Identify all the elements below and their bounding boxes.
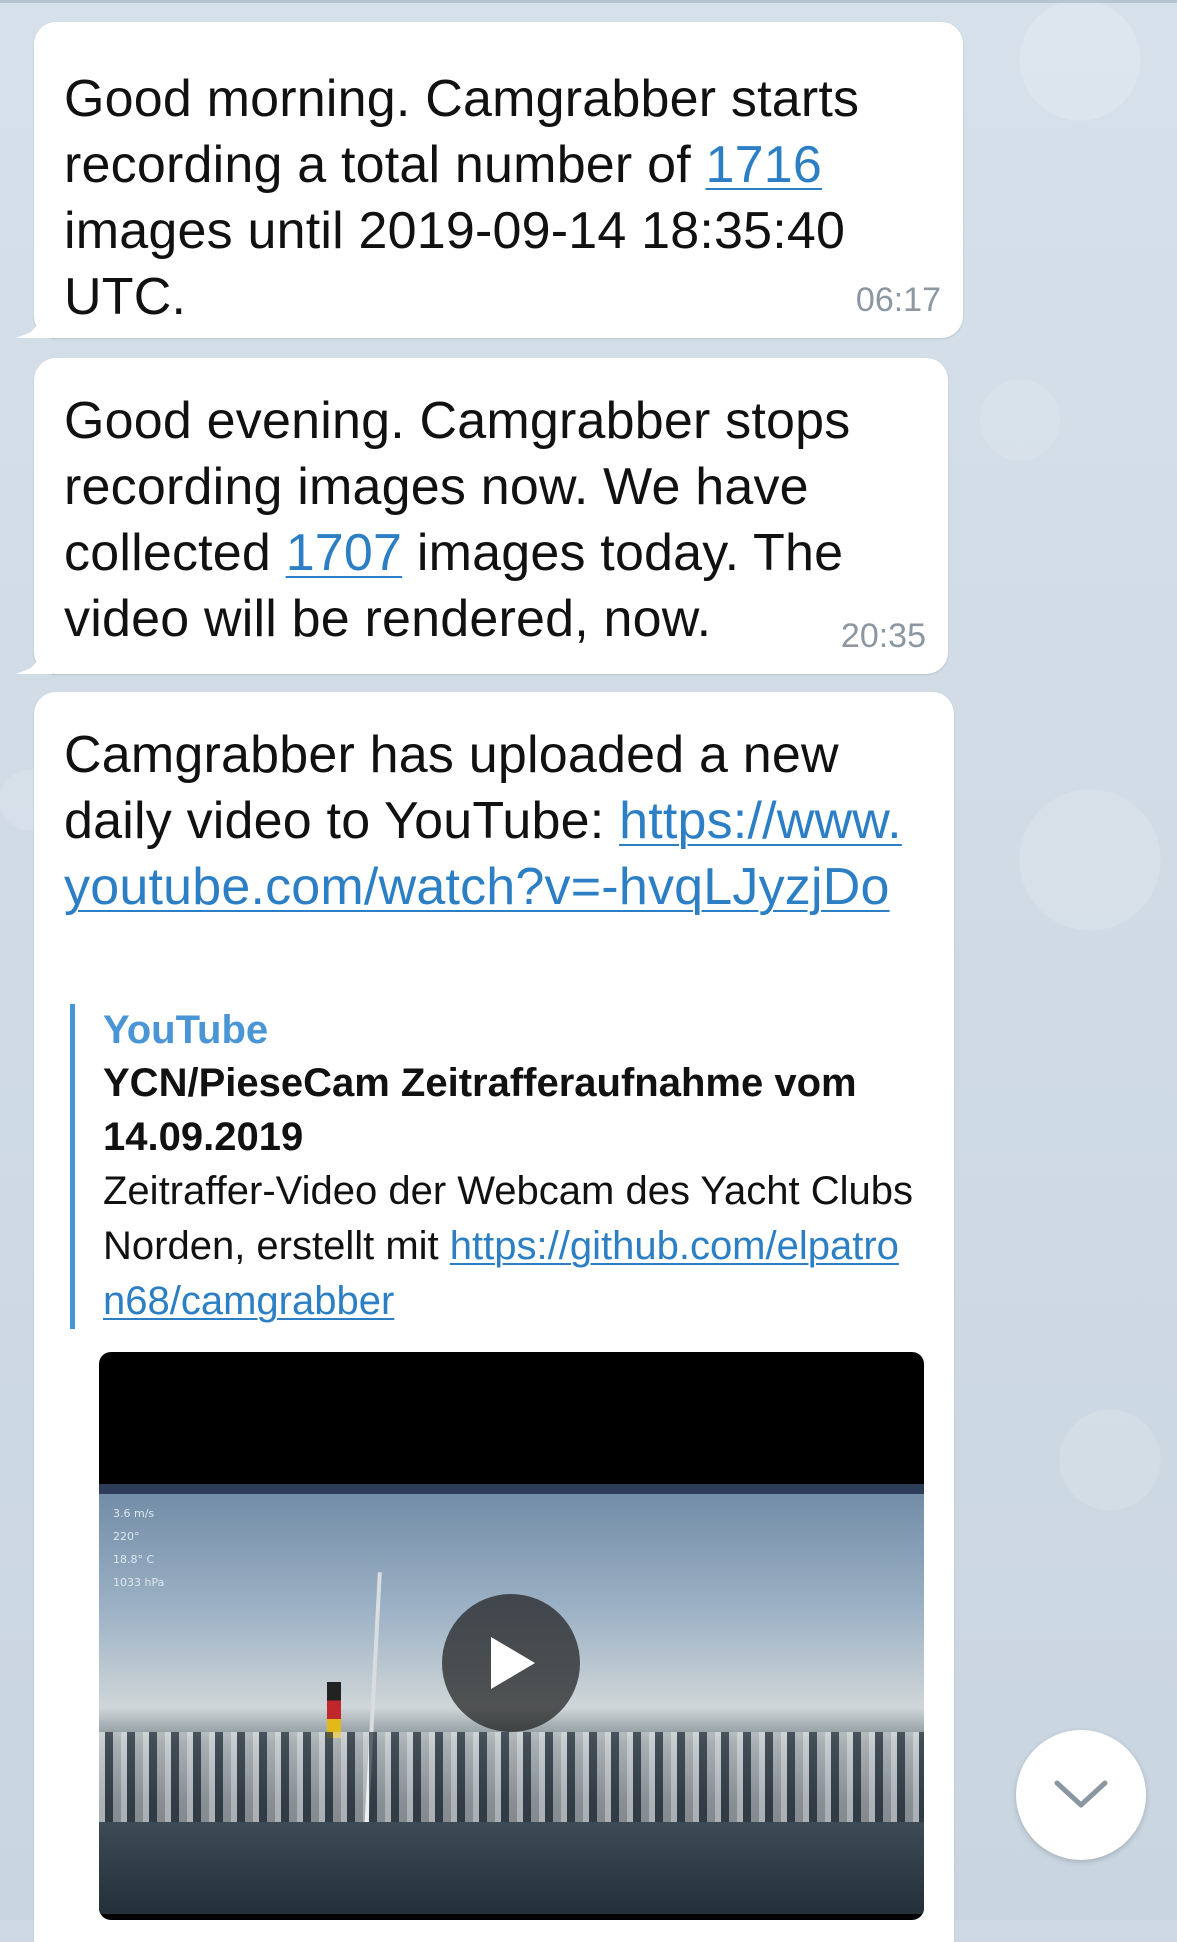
message-bubble-2[interactable]: Good evening. Camgrabber stops recording…: [16, 358, 948, 674]
number-link[interactable]: 1716: [706, 136, 822, 194]
pressure: 1033 hPa: [113, 1576, 165, 1589]
message-time: 20:35: [840, 617, 926, 655]
harbor-boats: [99, 1732, 924, 1822]
temperature: 18.8° C: [113, 1553, 155, 1566]
link-preview[interactable]: YouTube YCN/PieseCam Zeitrafferaufnahme …: [70, 1004, 920, 1329]
webcam-header-strip: [99, 1484, 924, 1494]
message-text-part: images until 2019-09-14 18:35:40 UTC.: [64, 202, 846, 326]
message-time: 06:17: [855, 281, 941, 319]
preview-description: Zeitraffer-Video der Webcam des Yacht Cl…: [103, 1164, 920, 1329]
message-bubble-1[interactable]: Good morning. Camgrabber starts recordin…: [16, 22, 963, 338]
wind-direction: 220°: [113, 1530, 140, 1543]
number-link[interactable]: 1707: [286, 524, 402, 582]
message-text: Good evening. Camgrabber stops recording…: [64, 388, 924, 652]
chevron-down-icon: [1054, 1780, 1108, 1808]
message-text: Camgrabber has uploaded a new daily vide…: [64, 722, 924, 920]
scroll-to-bottom-button[interactable]: [1016, 1730, 1146, 1860]
weather-overlay: 3.6 m/s 220° 18.8° C 1033 hPa: [113, 1502, 164, 1594]
message-text: Good morning. Camgrabber starts recordin…: [64, 66, 931, 330]
water: [99, 1822, 924, 1914]
flag: [327, 1682, 341, 1738]
wind-speed: 3.6 m/s: [113, 1507, 155, 1520]
video-thumbnail[interactable]: 3.6 m/s 220° 18.8° C 1033 hPa: [99, 1352, 924, 1920]
play-icon: [491, 1637, 535, 1689]
preview-title: YCN/PieseCam Zeitrafferaufnahme vom 14.0…: [103, 1061, 857, 1159]
header-divider: [0, 0, 1177, 3]
preview-site-name: YouTube: [103, 1008, 269, 1052]
play-button[interactable]: [442, 1594, 580, 1732]
